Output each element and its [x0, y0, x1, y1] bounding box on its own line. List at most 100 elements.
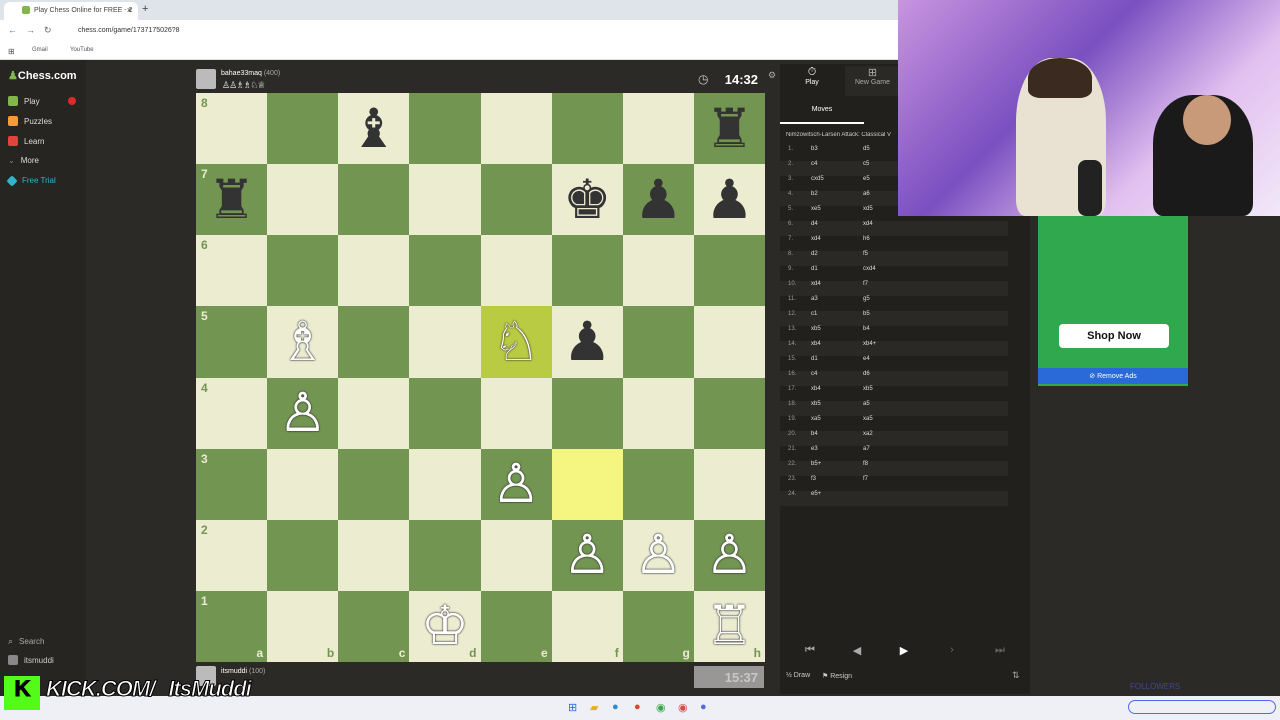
black-move[interactable]: xa5 [863, 416, 873, 422]
square-g4[interactable] [622, 377, 694, 449]
square-f1[interactable]: f [551, 590, 623, 662]
tab-moves[interactable]: Moves [780, 106, 864, 124]
play-moves-icon[interactable]: ▶ [884, 644, 924, 664]
square-g3[interactable] [622, 448, 694, 520]
square-c7[interactable] [338, 164, 410, 236]
square-f2[interactable]: ♙ [551, 519, 623, 591]
square-g8[interactable] [622, 93, 694, 165]
square-g1[interactable]: g [622, 590, 694, 662]
white-move[interactable]: f3 [811, 476, 816, 482]
black-move[interactable]: g5 [863, 296, 870, 302]
white-move[interactable]: c4 [811, 371, 817, 377]
player-info[interactable]: itsmuddi (100) [221, 668, 265, 675]
square-d3[interactable] [409, 448, 481, 520]
white-move[interactable]: xd4 [811, 236, 821, 242]
square-d2[interactable] [409, 519, 481, 591]
discord-icon[interactable]: ● [700, 701, 707, 713]
white-move[interactable]: xe5 [811, 206, 821, 212]
square-a6[interactable]: 6 [196, 235, 268, 307]
square-e1[interactable]: e [480, 590, 552, 662]
square-h6[interactable] [693, 235, 765, 307]
square-h7[interactable]: ♟ [693, 164, 765, 236]
square-b7[interactable] [267, 164, 339, 236]
square-e4[interactable] [480, 377, 552, 449]
square-d8[interactable] [409, 93, 481, 165]
square-a5[interactable]: 5 [196, 306, 268, 378]
opening-name[interactable]: Nimzowitsch-Larsen Attack: Classical V [786, 132, 898, 138]
ad-banner[interactable] [1038, 216, 1188, 386]
square-f3[interactable] [551, 448, 623, 520]
square-d6[interactable] [409, 235, 481, 307]
square-d7[interactable] [409, 164, 481, 236]
square-g5[interactable] [622, 306, 694, 378]
square-h8[interactable]: ♜ [693, 93, 765, 165]
sidebar-user[interactable]: itsmuddi [8, 655, 54, 665]
piece-h7[interactable]: ♟ [694, 164, 765, 235]
square-f4[interactable] [551, 377, 623, 449]
draw-button[interactable]: ½ Draw [786, 672, 810, 679]
black-move[interactable]: c5 [863, 161, 869, 167]
opponent-info[interactable]: bahae33maq (400) [221, 70, 280, 77]
shop-now-button[interactable]: Shop Now [1059, 324, 1169, 348]
settings-gear-icon[interactable]: ⚙ [768, 70, 776, 81]
square-h3[interactable] [693, 448, 765, 520]
white-move[interactable]: b5+ [811, 461, 821, 467]
piece-e3[interactable]: ♙ [481, 449, 552, 520]
square-h2[interactable]: ♙ [693, 519, 765, 591]
square-b4[interactable]: ♙ [267, 377, 339, 449]
first-move-icon[interactable]: ⏮ [790, 644, 830, 664]
piece-g2[interactable]: ♙ [623, 520, 694, 591]
black-move[interactable]: xd5 [863, 206, 873, 212]
square-h1[interactable]: h ♖ [693, 590, 765, 662]
piece-e5[interactable]: ♘ [481, 306, 552, 377]
prev-move-icon[interactable]: ◀ [837, 644, 877, 664]
back-icon[interactable]: ← [8, 25, 17, 35]
square-c3[interactable] [338, 448, 410, 520]
piece-f2[interactable]: ♙ [552, 520, 623, 591]
piece-d1[interactable]: ♔ [409, 591, 480, 662]
square-d1[interactable]: d ♔ [409, 590, 481, 662]
url-bar[interactable]: chess.com/game/1737175026?8 [60, 24, 660, 38]
piece-f5[interactable]: ♟ [552, 306, 623, 377]
white-move[interactable]: cxd5 [811, 176, 824, 182]
edge-icon[interactable]: ● [612, 701, 619, 713]
square-e2[interactable] [480, 519, 552, 591]
square-f7[interactable]: ♚ [551, 164, 623, 236]
white-move[interactable]: xb5 [811, 401, 821, 407]
piece-h1[interactable]: ♖ [694, 591, 765, 662]
square-b8[interactable] [267, 93, 339, 165]
reload-icon[interactable]: ↻ [44, 25, 52, 36]
square-a7[interactable]: 7 ♜ [196, 164, 268, 236]
chess-board[interactable]: 8 ♝ ♜ 7 ♜ ♚ ♟ ♟ 6 5 ♗ ♘ ♟ 4 ♙ 3 ♙ 2 ♙ ♙ ♙ 1 a b c d ♔ e f g h ♖ [196, 93, 765, 662]
white-move[interactable]: xb5 [811, 326, 821, 332]
app-icon[interactable]: ● [634, 701, 641, 713]
tab-new-game[interactable]: ⊞ New Game [845, 66, 900, 96]
square-d4[interactable] [409, 377, 481, 449]
square-e7[interactable] [480, 164, 552, 236]
sidebar-search[interactable]: ⌕ Search [8, 636, 44, 647]
white-move[interactable]: b3 [811, 146, 818, 152]
black-move[interactable]: f7 [863, 476, 868, 482]
black-move[interactable]: f5 [863, 251, 868, 257]
square-a3[interactable]: 3 [196, 448, 268, 520]
square-e8[interactable] [480, 93, 552, 165]
square-b1[interactable]: b [267, 590, 339, 662]
next-move-icon[interactable]: › [932, 644, 972, 664]
white-move[interactable]: e3 [811, 446, 818, 452]
piece-h8[interactable]: ♜ [694, 93, 765, 164]
new-tab-icon[interactable]: + [142, 3, 148, 15]
square-h4[interactable] [693, 377, 765, 449]
white-move[interactable]: d4 [811, 221, 818, 227]
black-move[interactable]: cxd4 [863, 266, 876, 272]
square-e5[interactable]: ♘ [480, 306, 552, 378]
square-b5[interactable]: ♗ [267, 306, 339, 378]
forward-icon[interactable]: → [26, 25, 35, 35]
black-move[interactable]: d5 [863, 146, 870, 152]
square-c1[interactable]: c [338, 590, 410, 662]
piece-b5[interactable]: ♗ [267, 306, 338, 377]
tab-play[interactable]: ⏱ Play [780, 66, 844, 86]
black-move[interactable]: xd4 [863, 221, 873, 227]
square-a4[interactable]: 4 [196, 377, 268, 449]
white-move[interactable]: xb4 [811, 341, 821, 347]
sidebar-item-free-trial[interactable]: Free Trial [6, 174, 56, 187]
